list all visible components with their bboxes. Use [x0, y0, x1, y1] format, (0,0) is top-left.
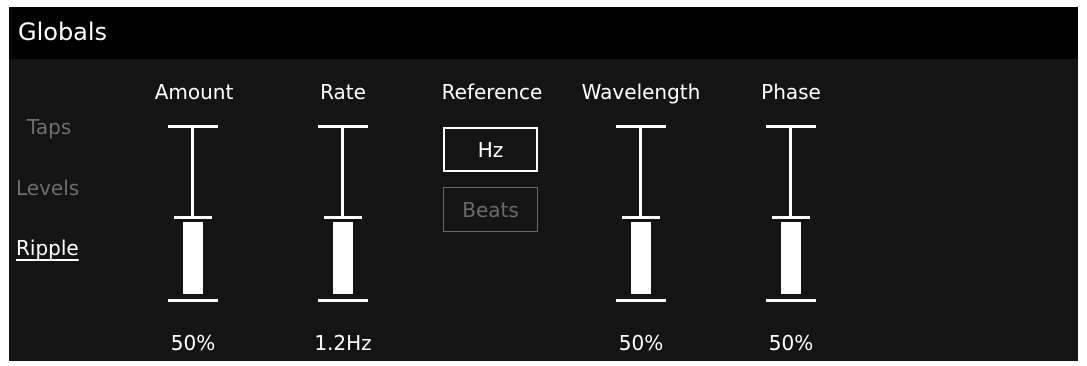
rate-value: 1.2Hz [314, 331, 372, 355]
globals-panel: Globals Taps Levels Ripple Amount 50% Ra… [9, 7, 1078, 361]
rate-label: Rate [320, 80, 366, 104]
slider-bottom-cap [318, 299, 368, 302]
amount-slider[interactable] [168, 118, 218, 310]
slider-track [191, 128, 194, 216]
slider-handle[interactable] [174, 216, 212, 219]
panel-title: Globals [18, 18, 108, 46]
reference-hz-button[interactable]: Hz [443, 127, 538, 172]
amount-value: 50% [170, 331, 216, 355]
wavelength-value: 50% [618, 331, 664, 355]
rate-slider[interactable] [318, 118, 368, 310]
slider-track [789, 128, 792, 216]
side-tab-levels[interactable]: Levels [16, 176, 79, 200]
title-bar: Globals [9, 7, 1078, 59]
slider-fill [781, 222, 801, 294]
slider-handle[interactable] [772, 216, 810, 219]
slider-bottom-cap [766, 299, 816, 302]
slider-fill [631, 222, 651, 294]
side-tab-ripple[interactable]: Ripple [16, 236, 79, 260]
slider-fill [183, 222, 203, 294]
wavelength-label: Wavelength [581, 80, 701, 104]
phase-label: Phase [761, 80, 821, 104]
slider-bottom-cap [616, 299, 666, 302]
slider-bottom-cap [168, 299, 218, 302]
slider-track [639, 128, 642, 216]
amount-label: Amount [154, 80, 234, 104]
reference-beats-button[interactable]: Beats [443, 187, 538, 232]
phase-value: 50% [768, 331, 814, 355]
reference-label: Reference [441, 80, 543, 104]
slider-fill [333, 222, 353, 294]
wavelength-slider[interactable] [616, 118, 666, 310]
slider-handle[interactable] [622, 216, 660, 219]
phase-slider[interactable] [766, 118, 816, 310]
slider-handle[interactable] [324, 216, 362, 219]
slider-track [341, 128, 344, 216]
side-tab-taps[interactable]: Taps [27, 115, 71, 139]
